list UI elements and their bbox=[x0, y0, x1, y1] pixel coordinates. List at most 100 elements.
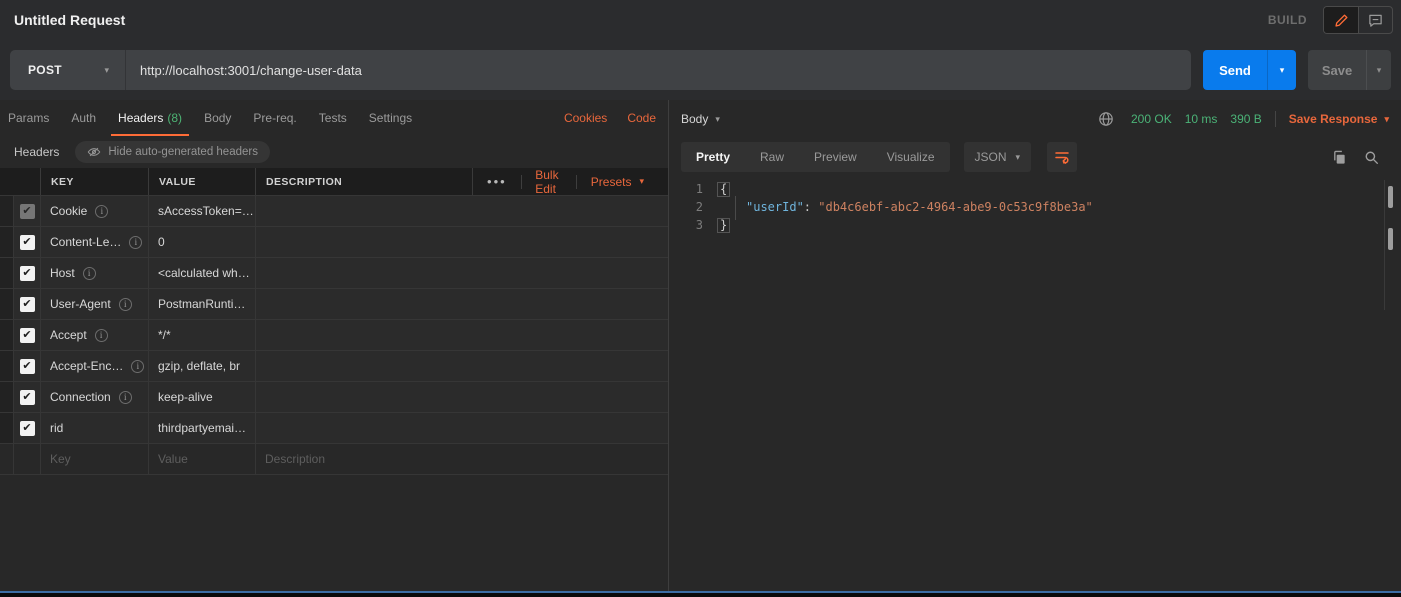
open-brace-fold[interactable]: { bbox=[717, 182, 730, 197]
row-checkbox[interactable] bbox=[20, 266, 35, 281]
row-checkbox[interactable] bbox=[20, 390, 35, 405]
header-description[interactable] bbox=[255, 351, 668, 381]
scrollbar-thumb[interactable] bbox=[1388, 186, 1393, 208]
drag-handle[interactable] bbox=[0, 351, 14, 381]
response-size[interactable]: 390 B bbox=[1230, 112, 1261, 126]
column-header-value: VALUE bbox=[148, 168, 255, 195]
row-checkbox[interactable] bbox=[20, 235, 35, 250]
format-dropdown[interactable]: JSON bbox=[964, 142, 1032, 172]
drag-handle[interactable] bbox=[0, 289, 14, 319]
tab-raw[interactable]: Raw bbox=[745, 142, 799, 172]
info-icon[interactable] bbox=[95, 329, 108, 342]
send-button[interactable]: Send bbox=[1203, 50, 1267, 90]
header-description[interactable] bbox=[255, 413, 668, 443]
drag-handle[interactable] bbox=[0, 382, 14, 412]
row-checkbox[interactable] bbox=[20, 421, 35, 436]
drag-handle[interactable] bbox=[0, 413, 14, 443]
presets-dropdown[interactable]: Presets bbox=[577, 175, 658, 189]
code-link[interactable]: Code bbox=[627, 111, 656, 125]
copy-icon[interactable] bbox=[1327, 145, 1351, 169]
header-description[interactable] bbox=[255, 258, 668, 288]
save-options-button[interactable] bbox=[1366, 50, 1391, 90]
save-response-dropdown[interactable]: Save Response bbox=[1289, 112, 1389, 126]
row-checkbox[interactable] bbox=[20, 328, 35, 343]
header-key: Content-Le… bbox=[50, 235, 121, 249]
header-description[interactable] bbox=[255, 382, 668, 412]
info-icon[interactable] bbox=[95, 205, 108, 218]
send-split-button: Send bbox=[1203, 50, 1296, 90]
header-description[interactable] bbox=[255, 227, 668, 257]
search-icon[interactable] bbox=[1359, 145, 1383, 169]
edit-mode-button[interactable] bbox=[1324, 7, 1358, 33]
row-checkbox[interactable] bbox=[20, 297, 35, 312]
cookies-link[interactable]: Cookies bbox=[564, 111, 607, 125]
save-button[interactable]: Save bbox=[1308, 50, 1366, 90]
value-input[interactable]: Value bbox=[148, 444, 255, 474]
info-icon[interactable] bbox=[129, 236, 142, 249]
table-row: Accept */* bbox=[0, 320, 668, 351]
header-description[interactable] bbox=[255, 196, 668, 226]
headers-count-badge: (8) bbox=[167, 111, 182, 125]
drag-handle[interactable] bbox=[0, 258, 14, 288]
active-tab-underline bbox=[111, 134, 189, 136]
status-badge[interactable]: 200 OK bbox=[1131, 112, 1172, 126]
tab-prerequest[interactable]: Pre-req. bbox=[242, 100, 307, 136]
row-checkbox[interactable] bbox=[20, 359, 35, 374]
tab-settings[interactable]: Settings bbox=[358, 100, 423, 136]
code-line: 1 { bbox=[669, 180, 1377, 198]
response-body-viewer[interactable]: 1 { 2 "userId": "db4c6ebf-abc2-4964-abe9… bbox=[669, 180, 1377, 234]
scrollbar-track bbox=[1384, 180, 1385, 310]
tab-tests[interactable]: Tests bbox=[308, 100, 358, 136]
url-input[interactable]: http://localhost:3001/change-user-data bbox=[126, 63, 362, 78]
response-time[interactable]: 10 ms bbox=[1185, 112, 1218, 126]
drag-handle[interactable] bbox=[0, 320, 14, 350]
header-description[interactable] bbox=[255, 289, 668, 319]
info-icon[interactable] bbox=[83, 267, 96, 280]
response-header: Body 200 OK 10 ms 390 B Save Response bbox=[669, 104, 1401, 134]
send-options-button[interactable] bbox=[1267, 50, 1296, 90]
header-description[interactable] bbox=[255, 320, 668, 350]
drag-handle[interactable] bbox=[0, 196, 14, 226]
tab-headers[interactable]: Headers (8) bbox=[107, 100, 193, 136]
table-row: User-Agent PostmanRunti… bbox=[0, 289, 668, 320]
json-key: "userId" bbox=[746, 200, 804, 214]
header-key: Accept-Enc… bbox=[50, 359, 123, 373]
drag-handle[interactable] bbox=[0, 227, 14, 257]
chevron-down-icon bbox=[639, 177, 644, 186]
info-icon[interactable] bbox=[119, 298, 132, 311]
line-number: 3 bbox=[669, 218, 717, 232]
response-body-dropdown[interactable]: Body bbox=[681, 112, 720, 126]
more-options-icon[interactable] bbox=[473, 174, 521, 189]
headers-table: KEY VALUE DESCRIPTION Bulk Edit Presets bbox=[0, 168, 668, 475]
mode-toggle bbox=[1323, 6, 1393, 34]
tab-pretty[interactable]: Pretty bbox=[681, 142, 745, 172]
row-checkbox[interactable] bbox=[20, 204, 35, 219]
table-row: Connection keep-alive bbox=[0, 382, 668, 413]
tab-params[interactable]: Params bbox=[0, 100, 60, 136]
tab-visualize[interactable]: Visualize bbox=[872, 142, 950, 172]
chevron-down-icon bbox=[1384, 115, 1389, 124]
key-input[interactable]: Key bbox=[40, 444, 148, 474]
network-globe-icon[interactable] bbox=[1094, 107, 1118, 131]
method-dropdown[interactable]: POST bbox=[10, 50, 126, 90]
hide-autogenerated-toggle[interactable]: Hide auto-generated headers bbox=[75, 141, 270, 163]
view-tab-group: Pretty Raw Preview Visualize bbox=[681, 142, 950, 172]
comments-mode-button[interactable] bbox=[1358, 7, 1392, 33]
tab-body[interactable]: Body bbox=[193, 100, 242, 136]
bulk-edit-button[interactable]: Bulk Edit bbox=[521, 168, 576, 196]
table-controls: Bulk Edit Presets bbox=[472, 168, 668, 195]
close-brace-fold[interactable]: } bbox=[717, 218, 730, 233]
request-bar: POST http://localhost:3001/change-user-d… bbox=[10, 50, 1391, 90]
description-input[interactable]: Description bbox=[255, 444, 668, 474]
info-icon[interactable] bbox=[119, 391, 132, 404]
header-key: Cookie bbox=[50, 204, 87, 218]
json-string-value: "db4c6ebf-abc2-4964-abe9-0c53c9f8be3a" bbox=[818, 200, 1093, 214]
headers-subheader: Headers Hide auto-generated headers bbox=[0, 138, 668, 166]
scrollbar-thumb[interactable] bbox=[1388, 228, 1393, 250]
word-wrap-button[interactable] bbox=[1047, 142, 1077, 172]
tab-auth[interactable]: Auth bbox=[60, 100, 107, 136]
tab-preview[interactable]: Preview bbox=[799, 142, 872, 172]
info-icon[interactable] bbox=[131, 360, 144, 373]
postman-app: Untitled Request BUILD bbox=[0, 0, 1401, 597]
code-line: 2 "userId": "db4c6ebf-abc2-4964-abe9-0c5… bbox=[669, 198, 1377, 216]
